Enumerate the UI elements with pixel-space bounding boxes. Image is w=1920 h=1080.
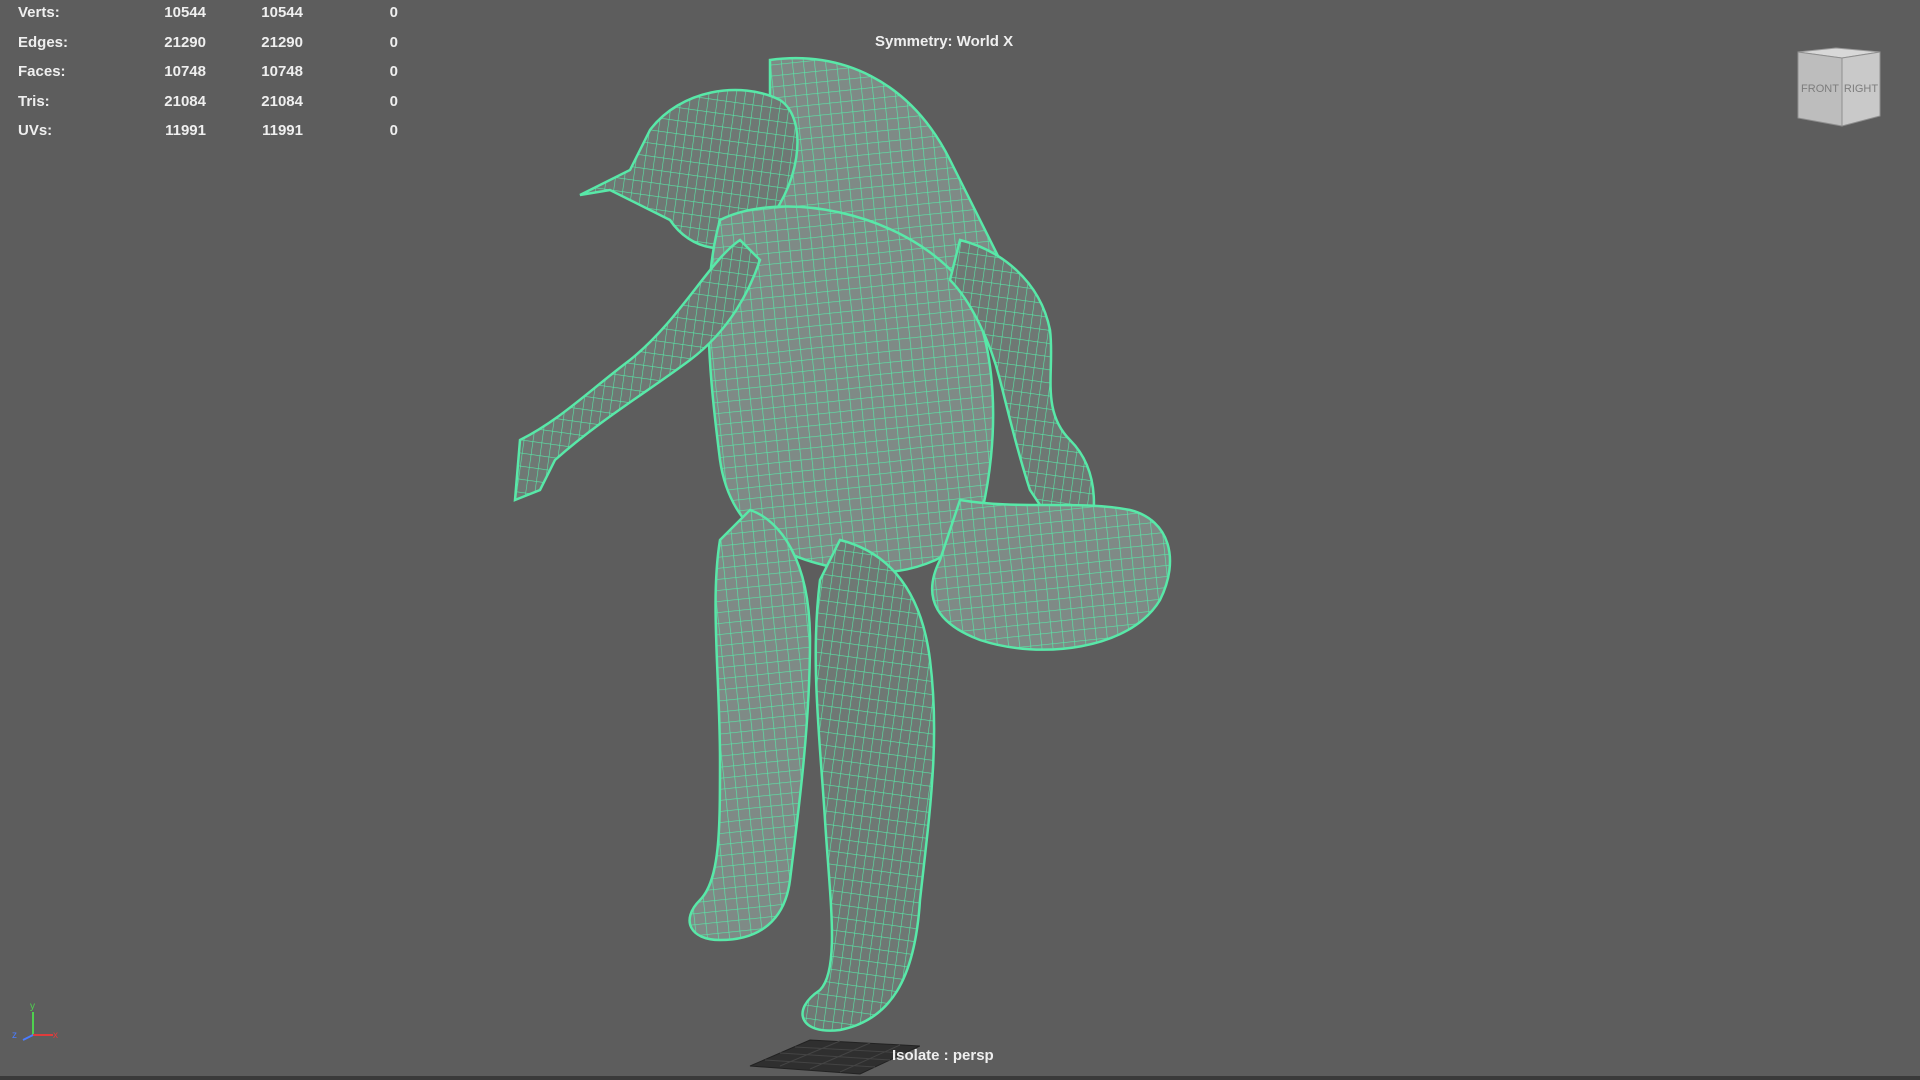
viewcube-front-label[interactable]: FRONT xyxy=(1801,83,1839,95)
creature-mesh[interactable] xyxy=(480,40,1200,1040)
viewcube-right-label[interactable]: RIGHT xyxy=(1844,83,1879,95)
perspective-viewport[interactable]: Verts: 10544 10544 0 Edges: 21290 21290 … xyxy=(0,0,1920,1076)
mesh-tail xyxy=(930,498,1172,651)
mesh-left-leg xyxy=(688,508,812,942)
hud-label: Tris: xyxy=(18,92,50,110)
hud-value: 10544 xyxy=(164,4,206,21)
hud-value: 0 xyxy=(389,92,398,110)
hud-value: 0 xyxy=(389,4,398,21)
mesh-right-leg xyxy=(801,538,936,1032)
axis-y-label: y xyxy=(30,1001,35,1012)
isolate-camera-label: Isolate : persp xyxy=(892,1047,994,1064)
hud-value: 0 xyxy=(389,122,398,139)
axis-x-label: x xyxy=(53,1030,58,1041)
hud-value: 11991 xyxy=(262,122,303,139)
hud-value: 0 xyxy=(389,33,398,51)
hud-value: 10748 xyxy=(261,63,303,80)
axis-gizmo: y x z xyxy=(12,1001,58,1041)
hud-label: Edges: xyxy=(18,33,69,51)
hud-label: UVs: xyxy=(18,122,53,139)
hud-label: Verts: xyxy=(18,4,60,21)
hud-value: 21084 xyxy=(164,92,206,110)
hud-value: 21290 xyxy=(261,33,303,51)
hud-label: Faces: xyxy=(18,63,66,80)
hud-value: 21084 xyxy=(261,92,303,110)
hud-value: 10544 xyxy=(261,4,303,21)
viewport-bottom-border xyxy=(0,1076,1920,1080)
hud-value: 21290 xyxy=(164,33,206,51)
hud-value: 11991 xyxy=(165,122,206,139)
axis-z-label: z xyxy=(12,1030,17,1041)
viewcube[interactable]: FRONT RIGHT xyxy=(1788,46,1888,130)
hud-value: 0 xyxy=(389,63,398,80)
hud-value: 10748 xyxy=(164,63,206,80)
